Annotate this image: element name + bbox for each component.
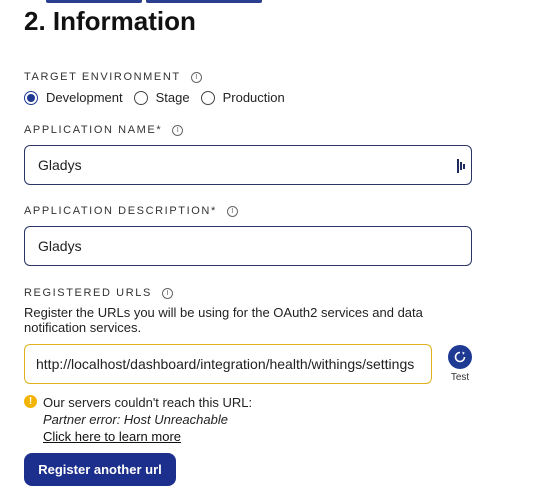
registered-url-field[interactable]: http://localhost/dashboard/integration/h… [24, 344, 432, 384]
section-title: 2. Information [24, 6, 196, 36]
radio-label-stage: Stage [155, 90, 190, 105]
password-manager-icon[interactable] [457, 159, 465, 173]
info-icon[interactable]: i [172, 124, 184, 136]
radio-label-production: Production [222, 90, 285, 105]
application-description-label: APPLICATION DESCRIPTION* i [24, 205, 238, 217]
url-error-message: ! Our servers couldn't reach this URL: P… [24, 394, 252, 445]
radio-production[interactable]: Production [200, 90, 285, 105]
application-name-label: APPLICATION NAME* i [24, 124, 184, 136]
radio-development[interactable]: Development [24, 90, 123, 105]
radio-button-checked[interactable] [24, 90, 38, 105]
test-url-button[interactable] [448, 345, 472, 369]
application-description-label-text: APPLICATION DESCRIPTION* [24, 205, 217, 217]
radio-button[interactable] [200, 90, 215, 105]
test-url-control: Test [446, 345, 474, 383]
application-name-value: Gladys [38, 157, 82, 173]
warning-icon: ! [24, 395, 37, 408]
application-description-field[interactable]: Gladys [24, 226, 472, 266]
test-label: Test [450, 372, 470, 383]
info-icon[interactable]: i [161, 287, 173, 299]
application-name-label-text: APPLICATION NAME* [24, 124, 163, 136]
registered-urls-help: Register the URLs you will be using for … [24, 305, 423, 335]
error-detail: Partner error: Host Unreachable [43, 412, 228, 427]
radio-button[interactable] [133, 90, 148, 105]
info-icon[interactable]: i [190, 71, 202, 83]
radio-label-development: Development [46, 90, 123, 105]
top-tab-2[interactable] [146, 0, 262, 3]
learn-more-link[interactable]: Click here to learn more [43, 429, 181, 444]
registered-urls-label-text: REGISTERED URLS [24, 287, 152, 299]
top-tab-1[interactable] [46, 0, 142, 3]
register-another-url-button[interactable]: Register another url [24, 453, 176, 486]
target-environment-label: TARGET ENVIRONMENT i [24, 71, 202, 83]
refresh-icon [454, 351, 466, 363]
target-environment-radio-group: Development Stage Production [24, 90, 296, 105]
registered-url-value: http://localhost/dashboard/integration/h… [36, 356, 415, 372]
registered-urls-label: REGISTERED URLS i [24, 287, 173, 299]
info-icon[interactable]: i [226, 205, 238, 217]
application-name-field[interactable]: Gladys [24, 145, 472, 185]
application-description-value: Gladys [38, 238, 82, 254]
radio-stage[interactable]: Stage [133, 90, 190, 105]
error-message: Our servers couldn't reach this URL: [43, 395, 253, 410]
target-environment-label-text: TARGET ENVIRONMENT [24, 71, 181, 83]
